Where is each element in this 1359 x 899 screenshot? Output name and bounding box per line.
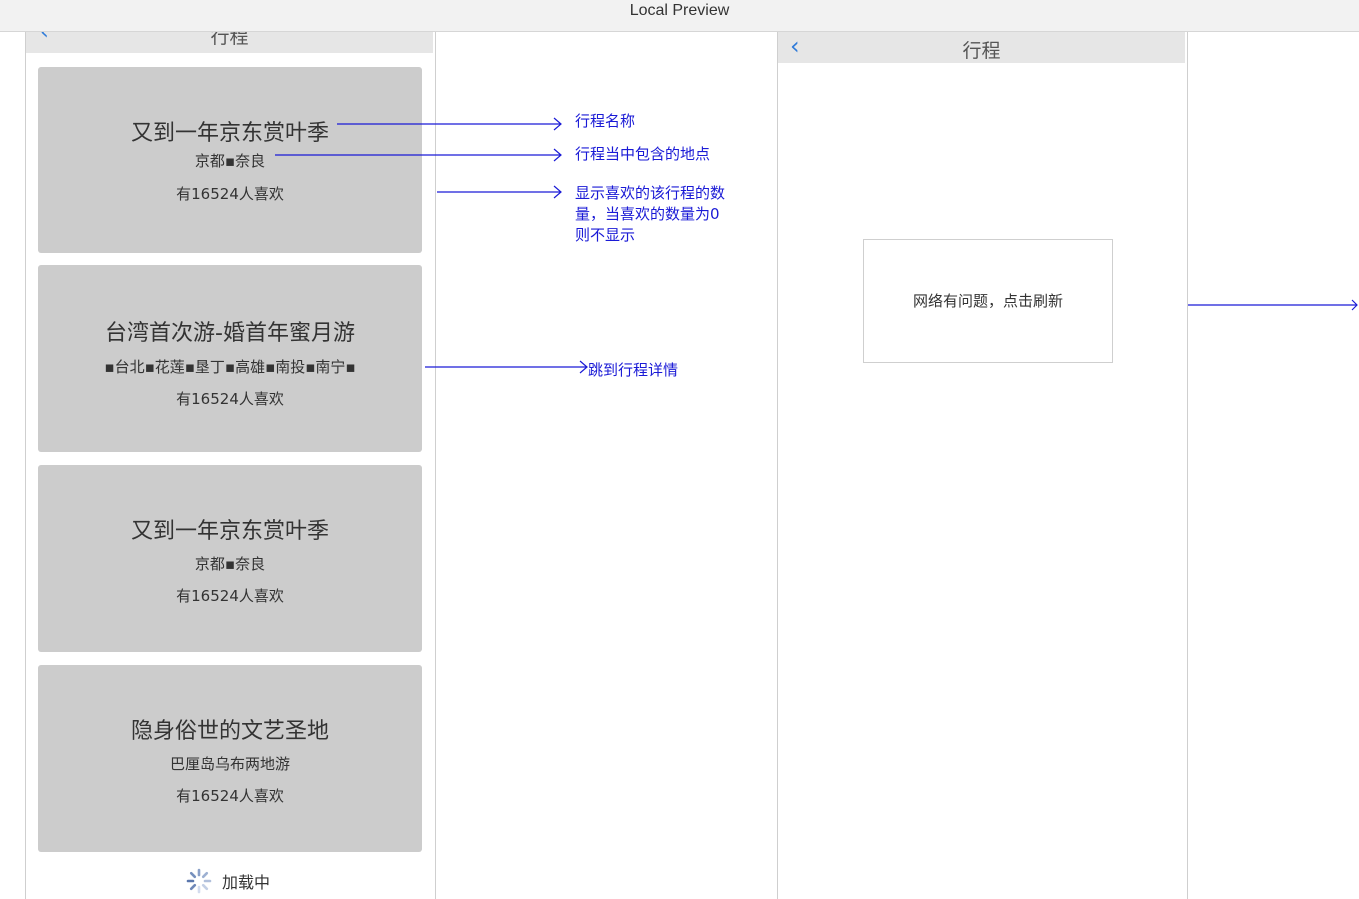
annotation-trip-places: 行程当中包含的地点 <box>575 145 711 163</box>
nav-bar: ‹ 行程 <box>778 32 1185 63</box>
nav-title: 行程 <box>962 40 1001 62</box>
annotation-jump-detail: 跳到行程详情 <box>588 361 679 379</box>
error-message: 网络有问题，点击刷新 <box>912 292 1063 310</box>
network-error-screen: ‹ 行程 网络有问题，点击刷新 <box>777 32 1188 899</box>
annotation-likes-line3: 则不显示 <box>575 226 636 244</box>
refresh-button[interactable]: 网络有问题，点击刷新 <box>863 239 1113 363</box>
annotation-likes-line1: 显示喜欢的该行程的数 <box>575 184 726 202</box>
annotation-likes-line2: 量，当喜欢的数量为0 <box>575 205 720 223</box>
annotation-trip-name: 行程名称 <box>575 112 636 130</box>
